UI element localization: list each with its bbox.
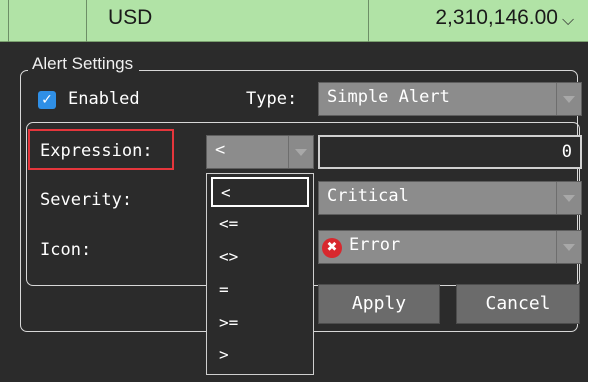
cell-divider: [8, 0, 9, 42]
cell-divider: [368, 0, 369, 42]
severity-label: Severity:: [40, 190, 133, 210]
group-title: Alert Settings: [28, 54, 140, 74]
chevron-down-icon[interactable]: [556, 182, 581, 214]
cancel-button[interactable]: Cancel: [456, 284, 580, 324]
chevron-down-icon[interactable]: [288, 136, 313, 168]
type-combo-value: Simple Alert: [327, 87, 450, 107]
checkmark-icon: ✓: [41, 92, 53, 108]
amount-cell: 2,310,146.00: [435, 6, 558, 29]
operator-dropdown-list[interactable]: < <= <> = >= >: [206, 173, 314, 375]
error-icon: ✖: [322, 238, 342, 258]
apply-button[interactable]: Apply: [318, 284, 440, 324]
severity-combo-value: Critical: [327, 186, 409, 206]
cell-divider: [86, 0, 87, 42]
icon-combo[interactable]: ✖ Error: [318, 230, 582, 264]
chevron-down-icon[interactable]: [556, 231, 581, 263]
chevron-down-icon[interactable]: ⌵: [562, 12, 574, 28]
expression-value-input[interactable]: 0: [318, 135, 582, 169]
expression-value: 0: [561, 142, 572, 162]
icon-label: Icon:: [40, 240, 92, 260]
operator-option[interactable]: =: [211, 276, 309, 306]
icon-combo-value: Error: [349, 235, 401, 255]
operator-option[interactable]: <>: [211, 243, 309, 273]
operator-option[interactable]: >=: [211, 309, 309, 339]
type-label: Type:: [246, 89, 298, 109]
operator-option[interactable]: <=: [211, 210, 309, 240]
severity-combo[interactable]: Critical: [318, 181, 582, 215]
type-combo[interactable]: Simple Alert: [318, 82, 582, 116]
currency-cell: USD: [108, 6, 153, 29]
operator-combo[interactable]: <: [206, 135, 314, 169]
chevron-down-icon[interactable]: [556, 83, 581, 115]
enabled-label: Enabled: [68, 89, 140, 109]
operator-option[interactable]: <: [211, 177, 309, 207]
operator-option[interactable]: >: [211, 341, 309, 371]
enabled-checkbox[interactable]: ✓: [38, 91, 56, 109]
expression-label: Expression:: [40, 141, 153, 161]
operator-combo-value: <: [215, 140, 226, 160]
